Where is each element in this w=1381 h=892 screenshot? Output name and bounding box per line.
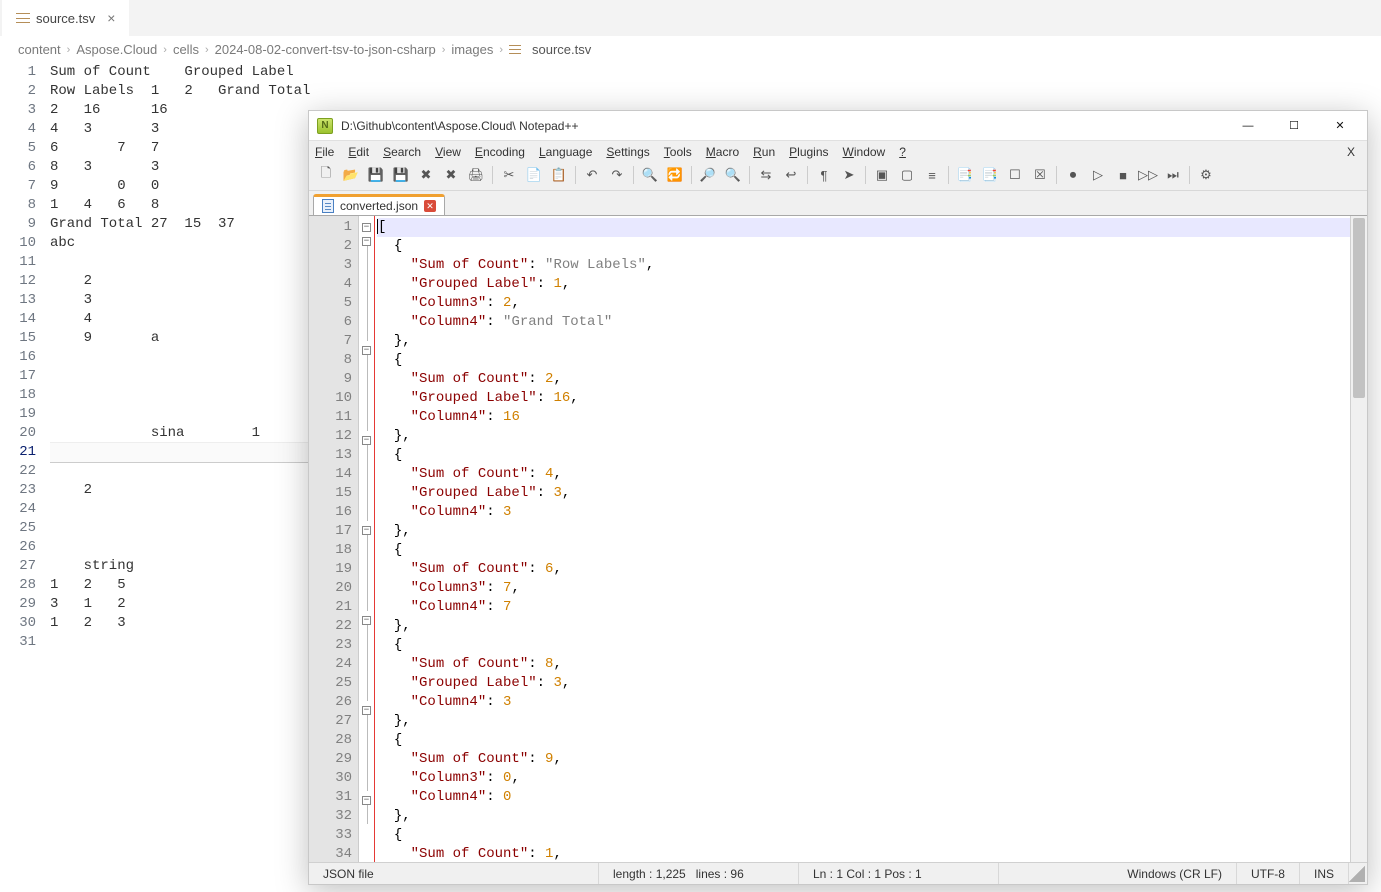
app-icon: N [317, 118, 333, 134]
comment-icon[interactable]: ☐ [1004, 164, 1026, 186]
fold-column[interactable]: −−−−−−−− [359, 216, 375, 862]
zoomin-icon[interactable]: 🔎 [697, 164, 719, 186]
status-insert-mode: INS [1300, 863, 1349, 884]
menu-view[interactable]: View [435, 145, 461, 159]
saveall-icon[interactable]: 💾 [390, 164, 412, 186]
status-position: Ln : 1 Col : 1 Pos : 1 [799, 863, 999, 884]
sync-icon[interactable]: ⇆ [755, 164, 777, 186]
wrap-icon[interactable]: ↩ [780, 164, 802, 186]
document-tabbar: converted.json ✕ [309, 191, 1367, 215]
titlebar[interactable]: N D:\Github\content\Aspose.Cloud\ Notepa… [309, 111, 1367, 141]
menu-search[interactable]: Search [383, 145, 421, 159]
uncomment-icon[interactable]: ☒ [1029, 164, 1051, 186]
copy-icon[interactable]: 📄 [523, 164, 545, 186]
paste-icon[interactable]: 📋 [548, 164, 570, 186]
menubar: File Edit Search View Encoding Language Settin… [309, 141, 1367, 161]
replace-icon[interactable]: 🔁 [664, 164, 686, 186]
indent-icon[interactable]: ➤ [838, 164, 860, 186]
unfold-icon[interactable]: ▢ [896, 164, 918, 186]
resize-grip[interactable] [1349, 866, 1365, 882]
notepadpp-window: N D:\Github\content\Aspose.Cloud\ Notepa… [308, 110, 1368, 885]
menu-settings[interactable]: Settings [606, 145, 649, 159]
editor-tab-source-tsv[interactable]: source.tsv × [2, 0, 130, 36]
ff-icon[interactable]: ▷▷ [1137, 164, 1159, 186]
document-tab-label: converted.json [340, 199, 418, 213]
line-numbers: 1234567891011121314151617181920212223242… [309, 216, 359, 862]
print-icon[interactable]: 🖨 [465, 164, 487, 186]
close-icon[interactable]: ✖ [415, 164, 437, 186]
settings-icon[interactable]: ⚙ [1195, 164, 1217, 186]
closeall-icon[interactable]: ✖ [440, 164, 462, 186]
code-editor: 1234567891011121314151617181920212223242… [309, 215, 1367, 862]
close-icon[interactable]: × [107, 10, 115, 26]
redo-icon[interactable]: ↷ [606, 164, 628, 186]
breadcrumb[interactable]: content›Aspose.Cloud›cells›2024-08-02-co… [0, 36, 1381, 63]
menu-language[interactable]: Language [539, 145, 592, 159]
editor-tabbar: source.tsv × [0, 0, 1381, 36]
file-icon [16, 13, 30, 23]
doc1-icon[interactable]: 📑 [954, 164, 976, 186]
file-icon [322, 199, 334, 213]
find-icon[interactable]: 🔍 [639, 164, 661, 186]
status-length: length : 1,225 lines : 96 [599, 863, 799, 884]
window-title: D:\Github\content\Aspose.Cloud\ Notepad+… [341, 119, 1225, 133]
scrollbar-thumb[interactable] [1353, 218, 1365, 398]
close-icon[interactable]: ✕ [424, 200, 436, 212]
menu-macro[interactable]: Macro [706, 145, 739, 159]
tab-close-x[interactable]: X [1341, 145, 1361, 159]
editor-gutter: 1234567891011121314151617181920212223242… [2, 63, 50, 652]
menu-?[interactable]: ? [899, 145, 906, 159]
rec-icon[interactable]: ⏺ [1062, 164, 1084, 186]
save-icon[interactable]: 💾 [365, 164, 387, 186]
close-button[interactable]: ✕ [1317, 112, 1363, 140]
play-icon[interactable]: ▷ [1087, 164, 1109, 186]
allchars-icon[interactable]: ¶ [813, 164, 835, 186]
zoomout-icon[interactable]: 🔍 [722, 164, 744, 186]
statusbar: JSON file length : 1,225 lines : 96 Ln :… [309, 862, 1367, 884]
document-tab-converted-json[interactable]: converted.json ✕ [313, 194, 445, 215]
cut-icon[interactable]: ✂ [498, 164, 520, 186]
hidelines-icon[interactable]: ≡ [921, 164, 943, 186]
undo-icon[interactable]: ↶ [581, 164, 603, 186]
maximize-button[interactable]: ☐ [1271, 112, 1317, 140]
fold-icon[interactable]: ▣ [871, 164, 893, 186]
menu-tools[interactable]: Tools [664, 145, 692, 159]
status-filetype: JSON file [309, 863, 599, 884]
minimize-button[interactable]: — [1225, 112, 1271, 140]
open-icon[interactable]: 📂 [340, 164, 362, 186]
menu-window[interactable]: Window [843, 145, 886, 159]
menu-edit[interactable]: Edit [348, 145, 369, 159]
menu-file[interactable]: File [315, 145, 334, 159]
menu-plugins[interactable]: Plugins [789, 145, 828, 159]
stop-icon[interactable]: ■ [1112, 164, 1134, 186]
status-eol: Windows (CR LF) [1113, 863, 1237, 884]
menu-run[interactable]: Run [753, 145, 775, 159]
new-icon[interactable]: 🗋 [315, 164, 337, 186]
editor-tab-label: source.tsv [36, 11, 95, 26]
window-controls: — ☐ ✕ [1225, 112, 1363, 140]
code-content[interactable]: [ { "Sum of Count": "Row Labels", "Group… [375, 216, 1350, 862]
vertical-scrollbar[interactable] [1350, 216, 1367, 862]
menu-encoding[interactable]: Encoding [475, 145, 525, 159]
ffend-icon[interactable]: ⏭ [1162, 164, 1184, 186]
status-encoding: UTF-8 [1237, 863, 1300, 884]
doc2-icon[interactable]: 📑 [979, 164, 1001, 186]
toolbar: 🗋📂💾💾✖✖🖨✂📄📋↶↷🔍🔁🔎🔍⇆↩¶➤▣▢≡📑📑☐☒⏺▷■▷▷⏭⚙ [309, 161, 1367, 191]
editor-content[interactable]: Sum of Count Grouped LabelRow Labels 1 2… [50, 63, 310, 652]
